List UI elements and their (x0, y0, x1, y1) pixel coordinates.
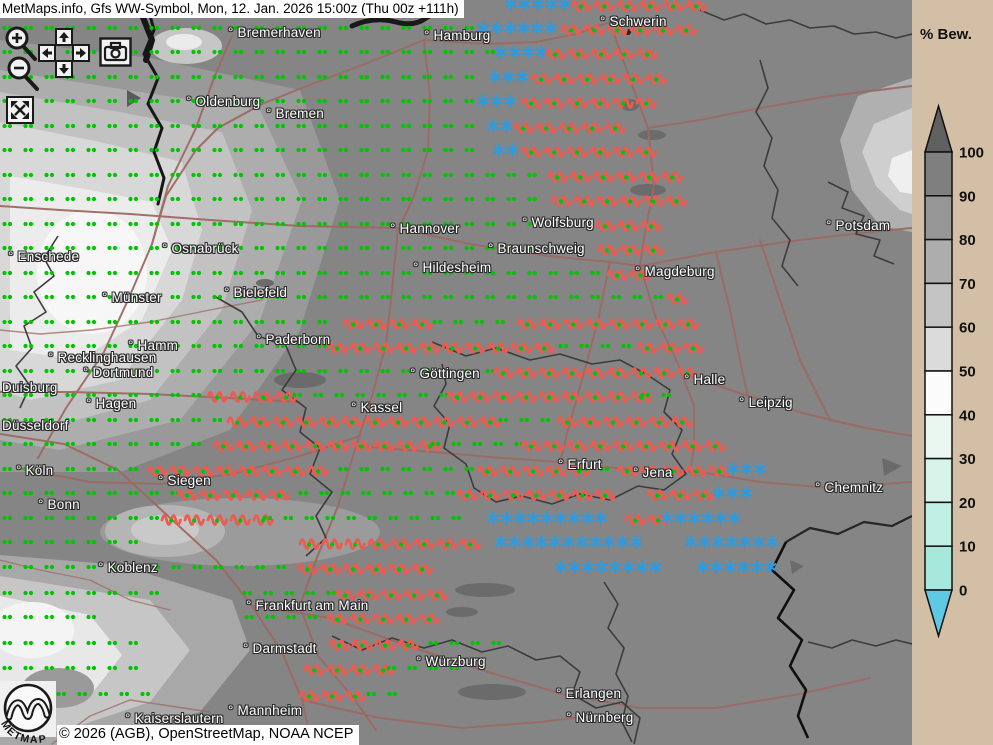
legend-tick-label: 20 (959, 495, 976, 512)
legend-segment (925, 152, 952, 196)
legend-tick-label: 80 (959, 232, 976, 249)
legend-tick-label: 50 (959, 364, 976, 381)
title-bar: MetMaps.info, Gfs WW-Symbol, Mon, 12. Ja… (0, 0, 464, 18)
pan-down-button[interactable] (55, 60, 73, 78)
pan-left-button[interactable] (38, 44, 56, 62)
legend-colorbar: 1009080706050403020100 (912, 0, 993, 745)
legend-arrow-bottom (925, 590, 952, 636)
legend-segment (925, 371, 952, 415)
legend-segment (925, 415, 952, 459)
map-canvas[interactable] (0, 0, 912, 745)
metmaps-logo: METMAPS (0, 681, 62, 745)
legend-tick-label: 30 (959, 451, 976, 468)
legend-segment (925, 502, 952, 546)
legend-tick-label: 0 (959, 583, 967, 600)
expand-arrows-icon (6, 96, 34, 124)
camera-icon (99, 37, 132, 67)
legend-segment (925, 459, 952, 503)
legend-tick-label: 100 (959, 145, 984, 162)
weather-map-app: { "title_bar": { "text": "MetMaps.info, … (0, 0, 993, 745)
legend-title: % Bew. (920, 26, 972, 43)
pan-right-button[interactable] (72, 44, 90, 62)
legend-tick-label: 60 (959, 320, 976, 337)
legend-segment (925, 196, 952, 240)
legend-segment (925, 546, 952, 590)
legend-tick-label: 10 (959, 539, 976, 556)
fullscreen-button[interactable] (6, 96, 34, 124)
legend-arrow-top (925, 106, 952, 152)
arrow-down-icon (55, 60, 73, 78)
arrow-right-icon (72, 44, 90, 62)
zoom-out-button[interactable] (6, 56, 40, 92)
legend-panel: % Bew. 1009080706050403020100 (912, 0, 993, 745)
legend-segment (925, 327, 952, 371)
legend-segment (925, 240, 952, 284)
arrow-left-icon (38, 44, 56, 62)
magnifier-minus-icon (6, 56, 40, 92)
arrow-up-icon (55, 28, 73, 46)
attribution-bar: © 2026 (AGB), OpenStreetMap, NOAA NCEP (57, 725, 359, 745)
legend-tick-label: 90 (959, 188, 976, 205)
legend-segment (925, 283, 952, 327)
screenshot-button[interactable] (99, 37, 132, 67)
pan-up-button[interactable] (55, 28, 73, 46)
legend-tick-label: 70 (959, 276, 976, 293)
legend-tick-label: 40 (959, 407, 976, 424)
